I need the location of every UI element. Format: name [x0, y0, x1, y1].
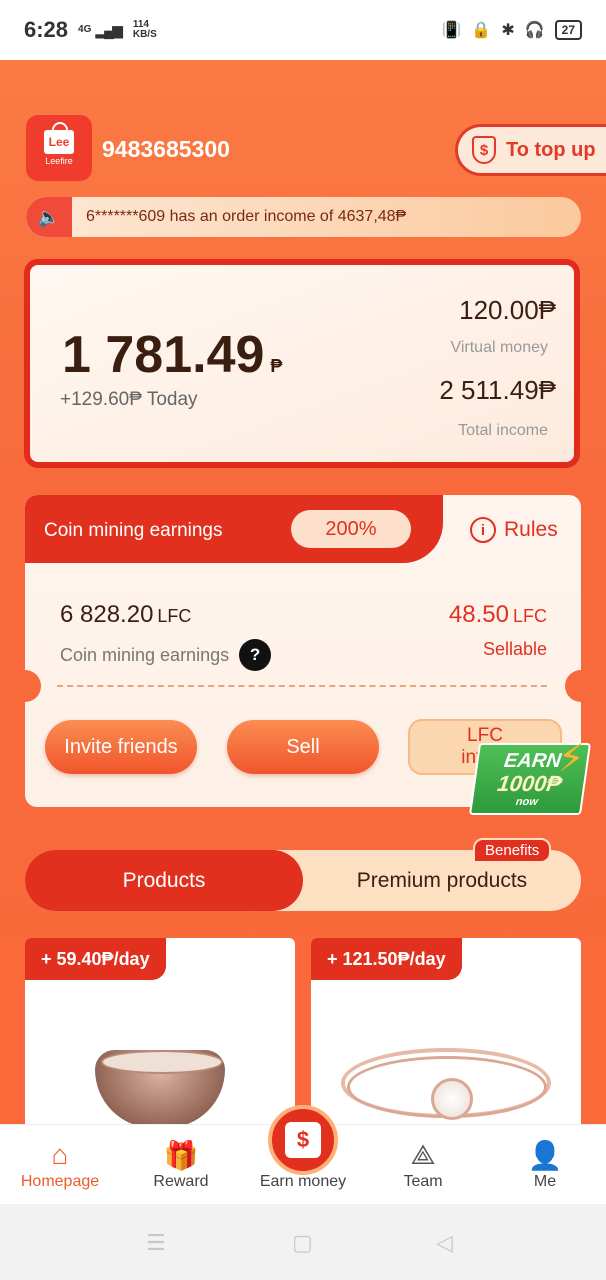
mining-title: Coin mining earnings [44, 520, 223, 541]
bowl-image [95, 1050, 225, 1124]
nav-homepage[interactable]: ⌂ Homepage [5, 1137, 115, 1191]
menu-icon[interactable]: ☰ [146, 1230, 166, 1256]
total-income-value: 2 511.49₱ [439, 375, 556, 405]
daily-income-badge: + 59.40₱/day [25, 938, 166, 980]
dollar-icon: $ [285, 1122, 321, 1158]
product-card[interactable]: + 59.40₱/day [25, 938, 295, 1124]
user-id: 9483685300 [102, 136, 230, 162]
currency-symbol: ₱ [270, 356, 283, 376]
info-icon: i [470, 517, 496, 543]
ticket-notch-left [25, 670, 41, 702]
mining-amount: 6 828.20 LFC [60, 601, 192, 628]
network-indicator: 4G ▂▄▆ 114 KB/S [78, 20, 157, 40]
virtual-money-value: 120.00₱ [459, 295, 556, 325]
speaker-icon: 🔈 [26, 197, 72, 237]
battery-icon: 27 [554, 20, 582, 40]
nav-team[interactable]: ⟁ Team [368, 1137, 478, 1191]
product-tabs: Products Premium products Benefits [25, 838, 581, 911]
headphones-icon: 🎧 [524, 22, 545, 39]
product-card[interactable]: + 121.50₱/day [311, 938, 581, 1124]
tab-products[interactable]: Products [25, 850, 303, 911]
rules-button[interactable]: i Rules [470, 517, 558, 543]
virtual-money-label: Virtual money [450, 339, 548, 356]
network-speed: 114 KB/S [132, 19, 157, 40]
gift-icon: 🎁 [163, 1139, 199, 1171]
invite-friends-button[interactable]: Invite friends [45, 720, 197, 774]
app-logo: Lee Leefire [26, 115, 92, 181]
balance-card: 1 781.49 ₱ +129.60₱ Today 120.00₱ Virtual… [24, 259, 580, 468]
sell-button[interactable]: Sell [227, 720, 379, 774]
lightning-icon: ⚡ [558, 738, 585, 780]
bracelet-gem [431, 1078, 473, 1120]
mining-header: Coin mining earnings 200% [25, 495, 443, 563]
top-up-button[interactable]: $ To top up [455, 124, 606, 176]
balance-amount: 1 781.49 ₱ [62, 326, 283, 384]
network-type: 4G [78, 24, 92, 35]
team-icon: ⟁ [410, 1138, 436, 1170]
main-content[interactable]: Lee Leefire 9483685300 $ To top up 🔈 6**… [0, 60, 606, 1124]
home-icon: ⌂ [51, 1139, 69, 1170]
status-bar: 6:28 4G ▂▄▆ 114 KB/S 📳 🔒 ✱ 🎧 27 [0, 0, 606, 60]
nav-reward[interactable]: 🎁 Reward [126, 1137, 236, 1191]
notice-text: 6*******609 has an order income of 4637,… [86, 208, 407, 225]
status-icons: 📳 🔒 ✱ 🎧 27 [441, 20, 582, 40]
shopping-bag-icon: Lee [44, 122, 74, 154]
signal-icon: ▂▄▆ [95, 22, 122, 38]
benefits-badge: Benefits [473, 838, 552, 863]
daily-income-badge: + 121.50₱/day [311, 938, 462, 980]
sellable-label: Sellable [482, 639, 547, 659]
top-up-label: To top up [506, 138, 596, 161]
bluetooth-icon: ✱ [501, 22, 515, 39]
rules-label: Rules [504, 518, 558, 541]
dashed-divider [57, 685, 547, 687]
back-icon[interactable]: ◁ [436, 1230, 453, 1256]
system-nav-bar: ☰ ▢ ◁ [0, 1204, 606, 1280]
total-income-label: Total income [458, 422, 548, 439]
income-notice-bar: 🔈 6*******609 has an order income of 463… [26, 197, 581, 237]
nav-me[interactable]: 👤 Me [490, 1137, 600, 1191]
today-earnings: +129.60₱ Today [60, 389, 198, 410]
mining-amount-label: Coin mining earnings ? [60, 639, 272, 671]
vibrate-icon: 📳 [441, 22, 462, 39]
lock-icon: 🔒 [471, 22, 492, 39]
home-button-icon[interactable]: ▢ [292, 1230, 313, 1256]
person-icon: 👤 [527, 1139, 563, 1171]
earn-money-icon[interactable]: $ [268, 1105, 338, 1175]
sellable-amount: 48.50 LFC [448, 601, 547, 628]
dollar-shield-icon: $ [472, 136, 496, 164]
mining-percent-badge: 200% [291, 510, 411, 548]
clock: 6:28 [24, 17, 69, 42]
logo-subtitle: Leefire [45, 156, 73, 166]
ticket-notch-right [565, 670, 581, 702]
help-icon[interactable]: ? [239, 639, 272, 671]
